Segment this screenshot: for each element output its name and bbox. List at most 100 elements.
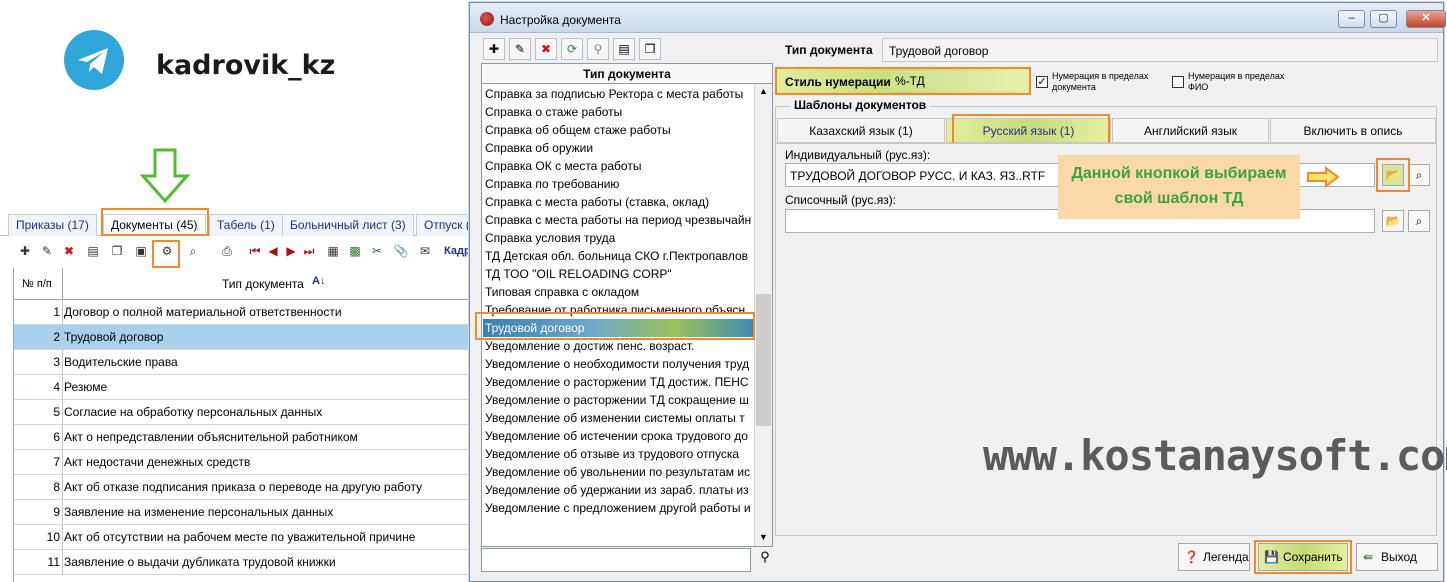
attach-icon[interactable]: 📎 <box>392 242 410 260</box>
title-bar[interactable]: Настройка документа – ▢ ✕ <box>470 3 1446 33</box>
list-header: Тип документа <box>482 64 772 84</box>
col-type-header[interactable]: Тип документа <box>222 277 304 291</box>
first-icon[interactable]: ⏮ <box>246 242 264 260</box>
prev-icon[interactable]: ◀ <box>264 242 282 260</box>
list-item[interactable]: Справка условия труда <box>485 229 753 247</box>
preview-icon[interactable]: ⌕ <box>1408 164 1430 186</box>
refresh-icon[interactable]: ⟳ <box>561 38 583 60</box>
dialog-title: Настройка документа <box>500 13 621 27</box>
callout-note: Данной кнопкой выбираем свой шаблон ТД <box>1058 155 1300 219</box>
delete-icon[interactable]: ✖ <box>535 38 557 60</box>
copy-icon[interactable]: ❐ <box>108 242 126 260</box>
list-item[interactable]: Справка с места работы (ставка, оклад) <box>485 193 753 211</box>
list-item[interactable]: Справка ОК с места работы <box>485 157 753 175</box>
edit-icon[interactable]: ✎ <box>509 38 531 60</box>
tab-orders[interactable]: Приказы (17) <box>8 214 97 236</box>
search-input[interactable] <box>481 548 751 572</box>
row-number: 3 <box>53 355 60 369</box>
list-item[interactable]: Уведомление о необходимости получения тр… <box>485 355 753 373</box>
table-row[interactable]: 8 Акт об отказе подписания приказа о пере… <box>14 475 474 500</box>
table-row[interactable]: 5 Согласие на обработку персональных данн… <box>14 400 474 425</box>
list-item[interactable]: Уведомление об истечении срока трудового… <box>485 427 753 445</box>
tab-kazakh[interactable]: Казахский язык (1) <box>777 118 945 143</box>
row-document-type: Договор о полной материальной ответствен… <box>64 305 342 319</box>
number-within-document-checkbox[interactable]: ✓ <box>1036 76 1048 88</box>
paste-icon[interactable]: ▣ <box>132 242 150 260</box>
list-item[interactable]: Справка об общем стаже работы <box>485 121 753 139</box>
last-icon[interactable]: ⏭ <box>300 242 318 260</box>
table-row[interactable]: 11 Заявление о выдачи дубликата трудовой … <box>14 550 474 575</box>
close-button[interactable]: ✕ <box>1406 10 1446 28</box>
col-number-header[interactable]: № п/п <box>22 278 52 290</box>
checkbox-label: Нумерация в пределах ФИО <box>1188 71 1285 92</box>
preview-icon[interactable]: ⌕ <box>184 242 202 260</box>
delete-icon[interactable]: ✖ <box>60 242 78 260</box>
list-item[interactable]: Уведомление о расторжении ТД достиж. ПЕН… <box>485 373 753 391</box>
next-icon[interactable]: ▶ <box>282 242 300 260</box>
list-item[interactable]: Уведомление об отзыве из трудового отпус… <box>485 445 753 463</box>
search-icon[interactable]: ⚲ <box>755 549 775 569</box>
print-icon[interactable]: ⎙ <box>218 242 236 260</box>
table-row[interactable]: 10 Акт об отсутствии на рабочем месте по … <box>14 525 474 550</box>
list-item[interactable]: ТД Детская обл. больница СКО г.Пектропав… <box>485 247 753 265</box>
list-item[interactable]: Справка с места работы на период чрезвыч… <box>485 211 753 229</box>
excel-icon[interactable]: ▩ <box>346 242 364 260</box>
highlight-frame <box>101 208 209 236</box>
number-within-name-checkbox[interactable] <box>1172 76 1184 88</box>
document-type-list[interactable]: Тип документа Справка за подписью Ректор… <box>481 63 773 547</box>
table-row[interactable]: 9 Заявление на изменение персональных дан… <box>14 500 474 525</box>
list-item[interactable]: Уведомление с предложением другой работы… <box>485 499 753 517</box>
table-row[interactable]: 7 Акт недостачи денежных средств <box>14 450 474 475</box>
mail-icon[interactable]: ✉ <box>416 242 434 260</box>
list-item[interactable]: Типовая справка с окладом <box>485 283 753 301</box>
binoculars-icon[interactable]: ⚲ <box>587 38 609 60</box>
tab-sick-leave[interactable]: Больничный лист (3) <box>282 214 414 236</box>
sort-az-icon[interactable]: A↓ <box>312 275 325 287</box>
numbering-style-input[interactable]: %-ТД <box>890 71 1025 91</box>
brand-name: kadrovik_kz <box>156 50 336 81</box>
list-item[interactable]: ТД ТОО "OIL RELOADING CORP" <box>485 265 753 283</box>
row-document-type: Заявление на изменение персональных данн… <box>64 505 334 519</box>
list-item[interactable]: Справка за подписью Ректора с места рабо… <box>485 85 753 103</box>
table-row[interactable]: 4 Резюме <box>14 375 474 400</box>
table-row[interactable]: 1 Договор о полной материальной ответстве… <box>14 300 474 325</box>
tab-english[interactable]: Английский язык <box>1112 118 1269 143</box>
help-icon: ❓ <box>1184 550 1199 564</box>
table-row[interactable]: 2 Трудовой договор <box>14 325 474 350</box>
tool-icon[interactable]: ✂ <box>368 242 386 260</box>
row-number: 10 <box>46 530 60 544</box>
list-item[interactable]: Уведомление об увольнении по результатам… <box>485 463 753 481</box>
add-icon[interactable]: ✚ <box>483 38 505 60</box>
add-icon[interactable]: ✚ <box>16 242 34 260</box>
scroll-down-icon[interactable]: ▼ <box>759 532 768 542</box>
list-template-label: Списочный (рус.яз): <box>785 193 897 207</box>
minimize-button[interactable]: – <box>1338 10 1365 28</box>
document-icon[interactable]: ▤ <box>84 242 102 260</box>
scrollbar[interactable]: ▲ ▼ <box>754 84 772 546</box>
list-item[interactable]: Справка о стаже работы <box>485 103 753 121</box>
open-folder-icon[interactable]: 📂 <box>1382 210 1404 232</box>
table-row[interactable]: 6 Акт о непредставлении объяснительной ра… <box>14 425 474 450</box>
table-icon[interactable]: ▦ <box>324 242 342 260</box>
list-item[interactable]: Уведомление об удержании из зараб. платы… <box>485 481 753 499</box>
doc-type-field[interactable]: Трудовой договор <box>882 38 1438 62</box>
table-row[interactable]: 3 Водительские права <box>14 350 474 375</box>
doc-type-label: Тип документа <box>785 43 873 57</box>
book-icon[interactable]: ❒ <box>639 38 661 60</box>
tab-include-inventory[interactable]: Включить в опись <box>1270 118 1436 143</box>
list-item[interactable]: Уведомление о расторжении ТД сокращение … <box>485 391 753 409</box>
exit-button[interactable]: ⇚ Выход <box>1356 543 1438 571</box>
scroll-thumb[interactable] <box>756 294 771 426</box>
document-icon[interactable]: ▤ <box>613 38 635 60</box>
preview-icon[interactable]: ⌕ <box>1408 210 1430 232</box>
tab-timesheet[interactable]: Табель (1) <box>209 214 283 236</box>
row-number: 1 <box>53 305 60 319</box>
scroll-up-icon[interactable]: ▲ <box>759 86 768 96</box>
list-item[interactable]: Уведомление об изменении системы оплаты … <box>485 409 753 427</box>
edit-icon[interactable]: ✎ <box>38 242 56 260</box>
list-item[interactable]: Справка об оружии <box>485 139 753 157</box>
legend-button[interactable]: ❓ Легенда <box>1178 543 1250 571</box>
maximize-button[interactable]: ▢ <box>1370 10 1397 28</box>
list-item[interactable]: Справка по требованию <box>485 175 753 193</box>
highlight-frame <box>952 114 1110 146</box>
